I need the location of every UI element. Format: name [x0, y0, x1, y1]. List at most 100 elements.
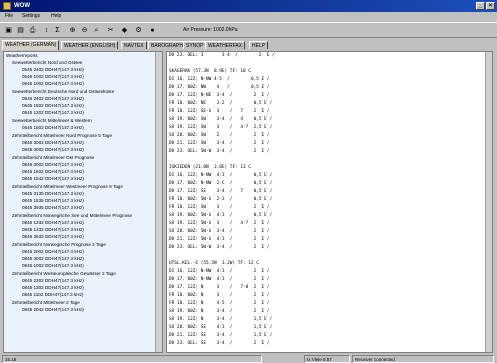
report-scrollbar[interactable]	[485, 52, 492, 352]
report-line: FR 18. 00Z: NE 3-2 / 0,5 E /	[169, 101, 273, 106]
tree-item[interactable]: 0845 1302 DDH47(147.3 kHz)	[22, 285, 84, 291]
tree-item[interactable]: 0545 1002 DDH47(147.3 kHz)	[22, 74, 84, 80]
tree-item[interactable]: 0645 1502 DDH47(147.3 kHz)	[22, 103, 84, 109]
tree-group[interactable]: Zehnteilbericht Mittelmeer 2 Tage	[12, 300, 80, 306]
tree-item[interactable]: 0845 1002 DDH47(147.3 kHz)	[22, 263, 84, 269]
menu-bar: File Settings Help	[0, 12, 497, 21]
tab-weatherfax[interactable]: WEATHERFAX	[205, 41, 246, 49]
toolbar: ▣ ▤ ⎙ ↕ Σ ⊕ ⊖ ⌕ ✂ ◆ ⚙ ● Air Pressure: 10…	[0, 22, 497, 38]
zoom-in-icon[interactable]: ⊕	[68, 26, 77, 35]
tree-group[interactable]: Zehnteilbericht Mittelmeer Nord Prognose…	[12, 133, 112, 139]
report-line: DO 21. 12Z: SW 3-4 / 2 E /	[169, 141, 270, 146]
report-line: SO 20. 00Z: SW 2 / 2 E /	[169, 133, 270, 138]
report-line: FR 18. 00Z: N 3 / 2 E /	[169, 293, 270, 298]
menu-help[interactable]: Help	[49, 13, 63, 20]
report-line: DO 23. OEL: SW-W 3-4 / 2 E /	[169, 245, 270, 250]
menu-file[interactable]: File	[3, 13, 15, 20]
tree-item[interactable]: 0845 3002 DDH47(147.3 kHz)	[22, 162, 84, 168]
tree-item[interactable]: 0545 2402 DDH47(147.3 kHz)	[22, 67, 84, 73]
tree-group[interactable]: Zehnteilbericht Westeuropäische Gewässer…	[12, 271, 116, 277]
status-connection: Receiver connected	[352, 355, 494, 363]
print-icon[interactable]: ⎙	[28, 26, 37, 35]
report-line: DO 17. 12Z: SE 3-4 / 7 0,5 E /	[169, 189, 273, 194]
tree-item[interactable]: 0845 1535 DDH47(147.3 kHz)	[22, 198, 84, 204]
tree-item[interactable]: 0845 3632 DDH47(147.3 kHz)	[22, 234, 84, 240]
tree-root[interactable]: Weatherreports	[6, 53, 38, 59]
save-icon[interactable]: ▣	[4, 26, 13, 35]
tab-synop[interactable]: SYNOP	[183, 41, 207, 49]
status-bar: 15.18 Ix Vlele 8.57 Receiver connected	[0, 355, 497, 363]
tab-weather-english[interactable]: WEATHER (ENGLISH)	[61, 41, 119, 49]
report-text[interactable]: DO 23. OEL: 3 3-4 / 2 E / SKAGERAK (57.3…	[166, 51, 493, 353]
tree-item[interactable]: 0845 3135 DDH47(147.3 kHz)	[22, 191, 84, 197]
tree-item[interactable]: 0845 1332 DDH47(147.3 kHz)	[22, 220, 84, 226]
report-line: SA 19. 00Z: N 3-4 / 2 E /	[169, 309, 270, 314]
report-line: DO 17. 00Z: NW 4 / 0,5 E /	[169, 85, 270, 90]
tree-group[interactable]: Zehnteilbericht Norwegische Prognose 2 T…	[12, 242, 106, 248]
report-line: DO 17. 00Z: N-NW 2-C / 0,5 E /	[169, 181, 273, 186]
cut-icon[interactable]: ✂	[106, 26, 115, 35]
report-line: SA 19. 12Z: SW 3 / 4-7 2,5 E /	[169, 125, 273, 130]
tree-item[interactable]: 0845 1542 DDH47(147.3 kHz)	[22, 176, 84, 182]
open-icon[interactable]: ▤	[16, 26, 25, 35]
report-line: DO 21. 12Z: SW-S 4-3 / 2 E /	[169, 237, 270, 242]
report-line: UTSL.KEL.-E (55.3N 3.2W) TF: 12 C	[169, 261, 259, 266]
info-icon[interactable]: ●	[148, 26, 157, 35]
tree-item[interactable]: 0845 1502 DDH47(147.3 kHz)	[22, 169, 84, 175]
tree-group[interactable]: Zehnteilbericht Mittelmeer Ost Prognose	[12, 155, 94, 161]
report-line: SA 19. 12Z: N 3-4 / 1,5 E /	[169, 317, 273, 322]
tree-item[interactable]: 0845 3002 DDH47(147.3 kHz)	[22, 147, 84, 153]
report-line: SO 20. 00Z: SW-S 3-4 / 2 E /	[169, 229, 270, 234]
status-time: 15.18	[2, 355, 262, 363]
report-line: FR 18. 00Z: SW-S 2-3 / 0,5 E /	[169, 197, 273, 202]
close-button[interactable]: ×	[486, 2, 495, 10]
tab-barograph[interactable]: BAROGRAPH	[148, 41, 186, 49]
report-line: FR 18. 12Z: SE-S 3 / 7 2 E /	[169, 109, 270, 114]
title-bar: WOW _ ×	[0, 0, 497, 12]
report-tree[interactable]: Weatherreports Seewetterbericht Nord und…	[3, 51, 163, 353]
tree-group[interactable]: Zehnteilbericht Mittelmeer Westmeer Prog…	[12, 184, 123, 190]
sigma-icon[interactable]: Σ	[53, 26, 62, 35]
tree-group[interactable]: Seewetterbericht Deutsche Nord und Ostse…	[12, 89, 114, 95]
sum-icon[interactable]: ↕	[42, 26, 51, 35]
tree-item[interactable]: 0845 2042 DDH47(147.3 kHz)	[22, 307, 84, 313]
zoom-out-icon[interactable]: ⊖	[80, 26, 89, 35]
tree-item[interactable]: 0645 1002 DDH47(147.3 kHz)	[22, 81, 84, 87]
tree-item[interactable]: 0845 3002 DDH47(147.3 kHz)	[22, 140, 84, 146]
report-line: SA 19. 12Z: SW-S 3 / 4-7 2 E /	[169, 221, 270, 226]
tree-item[interactable]: 0545 1202 DDH47(147.3 kHz)	[22, 110, 84, 116]
tab-help[interactable]: HELP	[249, 41, 269, 49]
report-line: DO 17. 00Z: N-NW 4-3 / 2 E /	[169, 277, 270, 282]
flag-icon[interactable]: ◆	[120, 26, 129, 35]
minimize-button[interactable]: _	[476, 2, 485, 10]
window-title: WOW	[14, 3, 30, 9]
tree-item[interactable]: 0545 2402 DDH47(147.3 kHz)	[22, 96, 84, 102]
tab-weather-german[interactable]: WEATHER (GERMAN)	[2, 40, 60, 50]
tree-item[interactable]: 0845 1102 DDH47(147.3 kHz)	[22, 292, 83, 298]
tree-item[interactable]: 0845 3002 DDH47(147.3 kHz)	[22, 256, 84, 262]
tree-group[interactable]: Zehnteilbericht Norwegische See und Mitt…	[12, 213, 132, 219]
tree-item[interactable]: 0845 1232 DDH47(147.3 kHz)	[22, 227, 84, 233]
report-line: FR 18. 12Z: SW 3 / 2 E /	[169, 205, 270, 210]
settings-icon[interactable]: ⚙	[134, 26, 143, 35]
report-line: DI 16. 12Z: N-NW 4-3 / 2 E /	[169, 269, 270, 274]
report-line: FR 18. 12Z: N 4-5 / 2 E /	[169, 301, 270, 306]
tree-group[interactable]: Seewetterbericht Nord und Ostsee	[12, 60, 82, 66]
tree-group[interactable]: Seewetterbericht Mittelmeer & Western	[12, 118, 92, 124]
tree-item[interactable]: 0845 3935 DDH47(147.3 kHz)	[22, 205, 84, 211]
report-line: SO 20. 00Z: SE 4-3 / 1,5 E /	[169, 325, 273, 330]
menu-settings[interactable]: Settings	[20, 13, 42, 20]
search-icon[interactable]: ⌕	[92, 26, 101, 35]
tree-scrollbar[interactable]	[155, 52, 162, 352]
air-pressure-readout: Air Pressure: 1002.0hPa	[183, 27, 238, 33]
tree-item[interactable]: 0545 1502 DDH47(147.3 kHz)	[22, 125, 84, 131]
report-line: DO 23. OEL: SW-W 3-4 / 2 E /	[169, 149, 270, 154]
app-window: WOW _ × File Settings Help ▣ ▤ ⎙ ↕ Σ ⊕ ⊖…	[0, 0, 497, 363]
report-line: DI 16. 12Z: N-NW 4-5 / 0,5 E /	[169, 77, 270, 82]
tab-strip: WEATHER (GERMAN) WEATHER (ENGLISH) NAVTE…	[0, 40, 497, 50]
tree-item[interactable]: 0845 2002 DDH47(147.3 kHz)	[22, 249, 84, 255]
tree-item[interactable]: 0845 2302 DDH47(147.3 kHz)	[22, 278, 84, 284]
report-line: DO 23. OEL: SE 3-4 / 2 E /	[169, 341, 270, 346]
report-line: SKAGERAK (57.3N 8.9E) TF: 10 C	[169, 69, 251, 74]
tab-navtex[interactable]: NAVTEX	[121, 41, 147, 49]
